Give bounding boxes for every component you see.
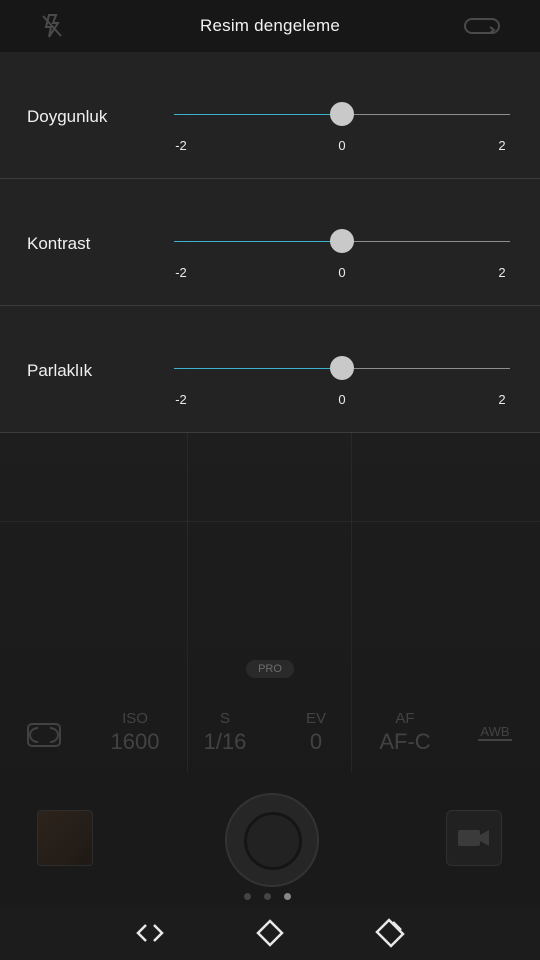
ev-setting[interactable]: EV 0	[296, 710, 336, 755]
shutter-inner	[244, 812, 302, 870]
adjustment-label: Doygunluk	[27, 107, 108, 126]
tick-label-max: 2	[498, 392, 506, 407]
slider-fill	[174, 241, 342, 242]
white-balance-setting[interactable]: AWB	[478, 724, 512, 741]
slider-thumb[interactable]	[330, 102, 354, 126]
adjustment-row-brightness: Parlaklık -2 0 2	[0, 306, 540, 433]
flash-off-icon[interactable]	[38, 12, 66, 40]
gallery-thumbnail-icon[interactable]	[37, 810, 93, 866]
shutter-value: 1/16	[203, 729, 247, 754]
image-adjustment-panel: Doygunluk -2 0 2 Kontrast -2 0 2 Parlakl…	[0, 52, 540, 433]
metering-icon[interactable]	[26, 722, 62, 753]
shutter-speed-setting[interactable]: S 1/16	[200, 710, 250, 755]
tick-label-max: 2	[498, 138, 506, 153]
slider-fill	[174, 114, 342, 115]
af-key: AF	[395, 710, 415, 727]
adjustment-row-contrast: Kontrast -2 0 2	[0, 179, 540, 306]
contrast-slider[interactable]	[174, 229, 510, 253]
shutter-button-icon[interactable]	[225, 793, 319, 887]
af-value: AF-C	[379, 729, 431, 754]
ev-value: 0	[309, 729, 323, 754]
system-navigation-bar	[0, 905, 540, 960]
adjustment-row-saturation: Doygunluk -2 0 2	[0, 52, 540, 179]
brightness-slider[interactable]	[174, 356, 510, 380]
slider-fill	[174, 368, 342, 369]
grid-line	[0, 521, 540, 522]
tick-label-min: -2	[175, 265, 187, 280]
tick-label-mid: 0	[338, 138, 346, 153]
recent-apps-icon[interactable]	[372, 915, 408, 951]
saturation-slider[interactable]	[174, 102, 510, 126]
page-title: Resim dengeleme	[199, 16, 340, 35]
tick-label-mid: 0	[338, 392, 346, 407]
switch-camera-icon[interactable]	[462, 12, 502, 40]
iso-key: ISO	[122, 710, 148, 727]
ev-key: EV	[305, 710, 326, 727]
iso-setting[interactable]: ISO 1600	[110, 710, 160, 755]
page-dot	[244, 893, 251, 900]
slider-thumb[interactable]	[330, 356, 354, 380]
pro-mode-tab[interactable]: PRO	[246, 660, 294, 678]
home-diamond-icon[interactable]	[252, 915, 288, 951]
adjustment-label: Kontrast	[27, 234, 91, 253]
page-dot	[264, 893, 271, 900]
mode-page-indicator	[244, 893, 291, 900]
tick-label-min: -2	[175, 138, 187, 153]
adjustment-label: Parlaklık	[27, 361, 93, 380]
tick-label-min: -2	[175, 392, 187, 407]
shutter-key: S	[219, 710, 230, 727]
iso-value: 1600	[110, 729, 160, 754]
slider-thumb[interactable]	[330, 229, 354, 253]
top-bar: Resim dengeleme	[0, 0, 540, 52]
tick-label-mid: 0	[338, 265, 346, 280]
page-dot-active	[284, 893, 291, 900]
back-arrows-icon[interactable]	[132, 915, 168, 951]
tick-label-max: 2	[498, 265, 506, 280]
video-camera-icon[interactable]	[446, 810, 502, 866]
af-setting[interactable]: AF AF-C	[370, 710, 440, 755]
pro-settings-bar: ISO 1600 S 1/16 EV 0 AF AF-C AWB	[0, 700, 540, 772]
